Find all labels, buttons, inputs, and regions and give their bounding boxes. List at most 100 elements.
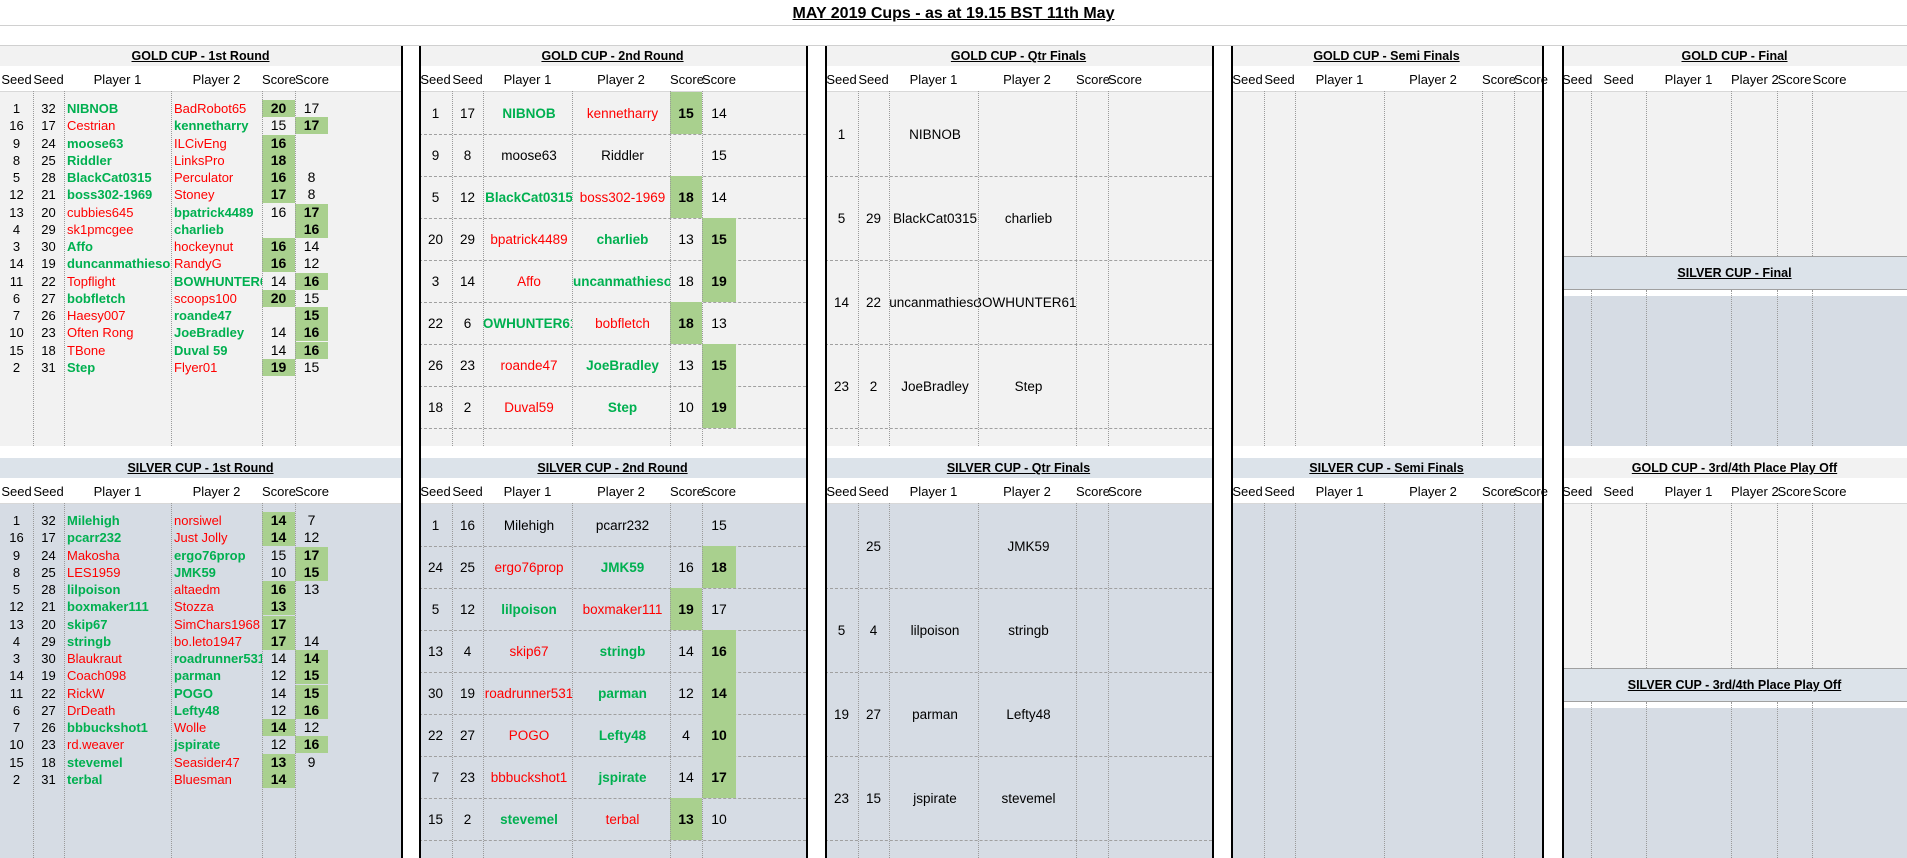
seed-1: 5 bbox=[431, 601, 440, 617]
score-2: 16 bbox=[295, 272, 328, 290]
match-row: 6 27 bobfletch scoops100 20 15 bbox=[0, 289, 401, 307]
seed-2: 29 bbox=[41, 221, 56, 237]
col-header-player1: Player 1 bbox=[93, 484, 142, 499]
seed-1: 22 bbox=[427, 315, 444, 331]
player-1: boss302-1969 bbox=[67, 187, 153, 203]
match-row: 14 22 duncanmathiesonBOWHUNTER615 bbox=[825, 260, 1212, 345]
column-gridline bbox=[1777, 702, 1778, 858]
seed-2: 18 bbox=[41, 342, 56, 358]
score-2 bbox=[1108, 588, 1142, 672]
score-1 bbox=[670, 504, 702, 546]
seed-1: 7 bbox=[12, 720, 21, 735]
player-2: charlieb bbox=[596, 231, 649, 247]
seed-2: 29 bbox=[459, 231, 476, 247]
column-gridline bbox=[1384, 503, 1385, 858]
player-2: parman bbox=[598, 685, 647, 701]
seed-2: 21 bbox=[41, 599, 56, 615]
match-row: 9 24 moose63 ILCivEng 16 bbox=[0, 134, 401, 152]
seed-1: 30 bbox=[427, 685, 444, 701]
score-1: 13 bbox=[678, 357, 694, 373]
seed-2: 8 bbox=[463, 147, 472, 163]
player-1: Affo bbox=[517, 273, 541, 289]
player-1: ergo76prop bbox=[494, 559, 564, 575]
seed-2: 24 bbox=[41, 135, 56, 151]
score-2 bbox=[1108, 92, 1142, 176]
match-row: 5 12 BlackCat0315 boss302-1969 18 14 bbox=[419, 176, 806, 219]
match-row: 15 18 TBone Duval 59 14 16 bbox=[0, 341, 401, 359]
player-2: kennetharry bbox=[586, 105, 659, 121]
column-separator bbox=[401, 46, 403, 858]
seed-2: 15 bbox=[865, 790, 882, 806]
column-gridline bbox=[670, 91, 671, 446]
match-row: 7 23 bbbuckshot1 jspirate 14 17 bbox=[419, 756, 806, 799]
player-1: lilpoison bbox=[67, 582, 121, 597]
seed-2: 6 bbox=[463, 315, 472, 331]
col-header-score-2: Score bbox=[702, 484, 736, 499]
score-1: 12 bbox=[270, 736, 287, 753]
seed-1: 11 bbox=[9, 273, 24, 289]
score-1 bbox=[1076, 588, 1108, 672]
player-1: moose63 bbox=[501, 147, 557, 163]
seed-2: 25 bbox=[459, 559, 476, 575]
match-row: 1 NIBNOB bbox=[825, 92, 1212, 177]
score-2: 10 bbox=[702, 714, 736, 756]
panel-heading: GOLD CUP - 3rd/4th Place Play Off bbox=[1562, 458, 1907, 478]
column-headers: Seed Seed Player 1 Player 2 Score Score bbox=[0, 481, 401, 504]
col-header-seed-2: Seed bbox=[33, 484, 64, 499]
seed-2: 14 bbox=[459, 273, 476, 289]
column-gridline bbox=[1812, 702, 1813, 858]
match-row: 3 30 Blaukraut roadrunner531 14 14 bbox=[0, 650, 401, 667]
match-row: 8 25 LES1959 JMK59 10 15 bbox=[0, 563, 401, 581]
match-row: 18 2 Duval59 Step 10 19 bbox=[419, 386, 806, 429]
score-1 bbox=[670, 134, 702, 176]
score-2: 15 bbox=[295, 563, 328, 581]
column-gridline bbox=[1514, 91, 1515, 446]
player-1: Affo bbox=[67, 239, 93, 254]
score-2: 16 bbox=[295, 341, 328, 359]
column-gridline bbox=[1812, 503, 1813, 668]
score-1: 16 bbox=[262, 255, 295, 273]
score-1 bbox=[262, 221, 295, 238]
seed-2: 22 bbox=[41, 685, 56, 701]
score-1: 17 bbox=[262, 632, 295, 650]
panel-body bbox=[1231, 504, 1542, 858]
score-1: 14 bbox=[262, 512, 295, 529]
score-2: 19 bbox=[702, 386, 736, 428]
player-2: Step bbox=[1014, 378, 1043, 394]
col-header-score: Score bbox=[262, 484, 296, 499]
seed-2: 32 bbox=[41, 101, 56, 116]
player-2: Just Jolly bbox=[174, 530, 228, 546]
col-header-score-2: Score bbox=[702, 72, 736, 87]
column-gridline bbox=[1264, 91, 1265, 446]
player-2: roande47 bbox=[174, 308, 232, 323]
seed-2: 28 bbox=[41, 582, 56, 597]
player-2: JMK59 bbox=[174, 564, 216, 580]
player-2: Stozza bbox=[174, 599, 214, 615]
seed-1: 3 bbox=[12, 651, 21, 666]
player-2: roadrunner531 bbox=[174, 651, 262, 666]
seed-1: 14 bbox=[9, 668, 24, 684]
seed-2: 17 bbox=[41, 118, 56, 134]
panel-heading: GOLD CUP - 1st Round bbox=[0, 46, 401, 66]
player-1: pcarr232 bbox=[67, 530, 122, 546]
panel-body: 1 32 Milehigh norsiwel 14 7 16 17 pcarr232 Just J… bbox=[0, 504, 401, 858]
seed-2: 4 bbox=[869, 622, 878, 638]
match-row: 1 32 Milehigh norsiwel 14 7 bbox=[0, 512, 401, 529]
col-header-score: Score bbox=[1482, 484, 1516, 499]
column-headers: Seed Seed Player 1 Player 2 Score Score bbox=[419, 69, 806, 92]
column-separator bbox=[419, 46, 421, 858]
seed-1: 10 bbox=[9, 737, 24, 753]
score-2 bbox=[1108, 176, 1142, 260]
seed-1: 26 bbox=[427, 357, 444, 373]
seed-2: 16 bbox=[459, 517, 476, 533]
seed-1: 10 bbox=[9, 325, 24, 341]
column-gridline bbox=[1384, 91, 1385, 446]
seed-1: 1 bbox=[12, 513, 21, 528]
score-2: 16 bbox=[295, 701, 328, 719]
col-header-seed: Seed bbox=[1232, 484, 1263, 499]
match-row: 5 4 lilpoison stringb bbox=[825, 588, 1212, 673]
seed-1: 1 bbox=[12, 101, 21, 116]
col-header-player2: Player 2 bbox=[597, 484, 645, 499]
seed-1: 16 bbox=[9, 530, 24, 546]
score-1: 16 bbox=[270, 203, 287, 220]
